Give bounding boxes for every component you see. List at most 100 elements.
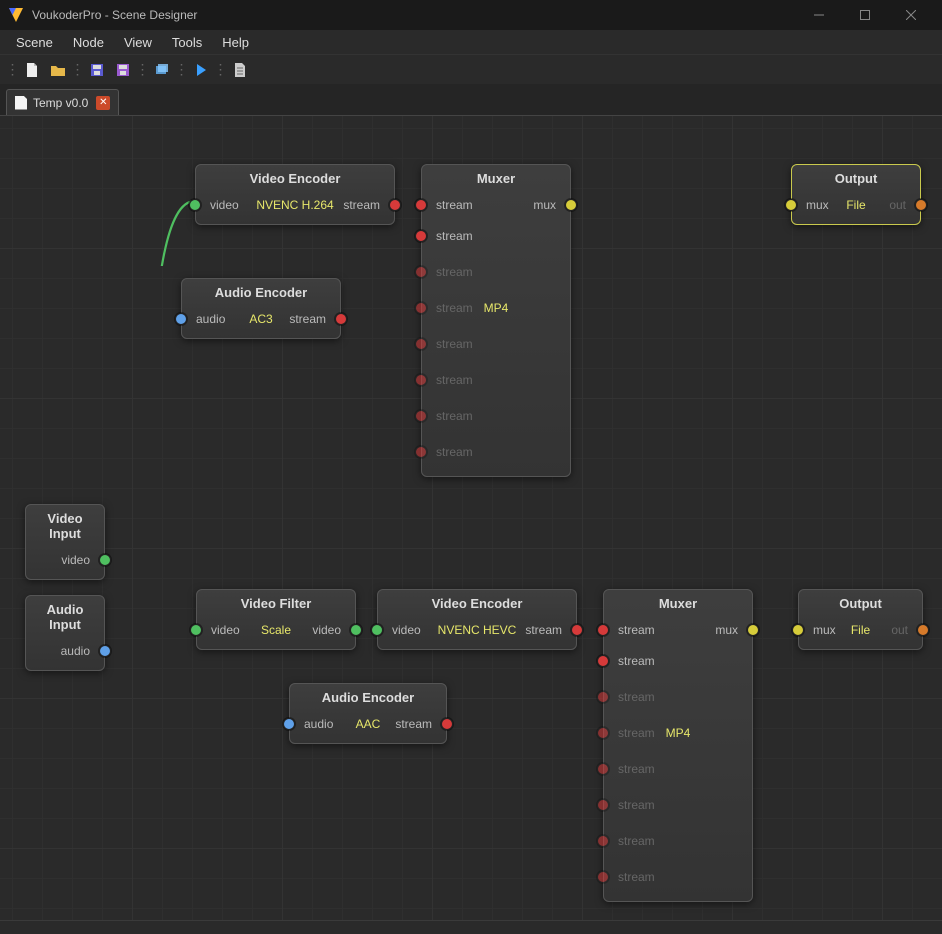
run-button[interactable]	[190, 59, 212, 81]
statusbar	[0, 920, 942, 934]
tabbar: Temp v0.0 ✕	[0, 84, 942, 116]
node-title: Audio Encoder	[182, 279, 340, 300]
port-stream-in[interactable]	[415, 446, 427, 458]
node-audio-input[interactable]: Audio Input audio	[25, 595, 105, 671]
format-label: MP4	[484, 301, 509, 315]
port-label: audio	[304, 717, 333, 731]
codec-label: AAC	[356, 717, 381, 731]
port-stream-in[interactable]	[597, 835, 609, 847]
port-label: stream	[436, 445, 473, 459]
port-stream-in[interactable]	[597, 871, 609, 883]
port-stream-in[interactable]	[415, 338, 427, 350]
toolbar	[0, 54, 942, 84]
codec-label: NVENC H.264	[256, 198, 333, 212]
node-muxer-1[interactable]: Muxer stream mux stream stream stream MP…	[421, 164, 571, 477]
port-label: stream	[436, 229, 473, 243]
node-title: Audio Encoder	[290, 684, 446, 705]
toolbar-grip-icon	[140, 61, 145, 79]
open-file-button[interactable]	[47, 59, 69, 81]
node-audio-encoder-1[interactable]: Audio Encoder audio AC3 stream	[181, 278, 341, 339]
port-out[interactable]	[917, 624, 929, 636]
port-label: mux	[715, 623, 738, 637]
save-button[interactable]	[86, 59, 108, 81]
port-label: video	[211, 623, 240, 637]
node-title: Muxer	[604, 590, 752, 611]
node-muxer-2[interactable]: Muxer stream mux stream stream stream MP…	[603, 589, 753, 902]
menu-help[interactable]: Help	[212, 32, 259, 53]
port-video-in[interactable]	[189, 199, 201, 211]
window-title: VoukoderPro - Scene Designer	[32, 8, 197, 22]
port-audio-out[interactable]	[99, 645, 111, 657]
port-audio-in[interactable]	[175, 313, 187, 325]
tab-temp[interactable]: Temp v0.0 ✕	[6, 89, 119, 115]
node-audio-encoder-2[interactable]: Audio Encoder audio AAC stream	[289, 683, 447, 744]
port-label: stream	[618, 654, 655, 668]
titlebar: VoukoderPro - Scene Designer	[0, 0, 942, 30]
new-file-button[interactable]	[21, 59, 43, 81]
port-label: audio	[196, 312, 225, 326]
menu-scene[interactable]: Scene	[6, 32, 63, 53]
port-label: out	[889, 198, 906, 212]
node-title: Video Filter	[197, 590, 355, 611]
port-label: stream	[436, 301, 473, 315]
save-as-button[interactable]	[112, 59, 134, 81]
window-maximize-button[interactable]	[842, 0, 888, 30]
node-title: Output	[799, 590, 922, 611]
filter-label: Scale	[261, 623, 291, 637]
tab-close-button[interactable]: ✕	[96, 96, 110, 110]
port-label: stream	[618, 726, 655, 740]
port-video-in[interactable]	[371, 624, 383, 636]
port-stream-out[interactable]	[571, 624, 583, 636]
port-stream-in[interactable]	[415, 230, 427, 242]
port-stream-in[interactable]	[415, 199, 427, 211]
menu-view[interactable]: View	[114, 32, 162, 53]
port-stream-in[interactable]	[415, 410, 427, 422]
port-video-out[interactable]	[99, 554, 111, 566]
port-mux-in[interactable]	[792, 624, 804, 636]
port-out[interactable]	[915, 199, 927, 211]
port-label: mux	[533, 198, 556, 212]
port-mux-out[interactable]	[565, 199, 577, 211]
port-stream-in[interactable]	[597, 655, 609, 667]
port-label: video	[210, 198, 239, 212]
target-label: File	[851, 623, 870, 637]
port-stream-in[interactable]	[415, 302, 427, 314]
port-label: video	[312, 623, 341, 637]
scene-canvas[interactable]: Video Input video Audio Input audio Vide…	[0, 116, 942, 920]
node-video-encoder-2[interactable]: Video Encoder video NVENC HEVC stream	[377, 589, 577, 650]
port-label: stream	[289, 312, 326, 326]
port-stream-in[interactable]	[597, 691, 609, 703]
port-mux-out[interactable]	[747, 624, 759, 636]
menu-node[interactable]: Node	[63, 32, 114, 53]
port-label: stream	[436, 198, 473, 212]
port-stream-out[interactable]	[335, 313, 347, 325]
node-title: Video Encoder	[378, 590, 576, 611]
port-stream-in[interactable]	[597, 624, 609, 636]
menubar: Scene Node View Tools Help	[0, 30, 942, 54]
port-label: out	[891, 623, 908, 637]
port-stream-in[interactable]	[415, 374, 427, 386]
port-stream-out[interactable]	[441, 718, 453, 730]
port-stream-in[interactable]	[597, 763, 609, 775]
node-title: Muxer	[422, 165, 570, 186]
layers-button[interactable]	[151, 59, 173, 81]
port-stream-in[interactable]	[415, 266, 427, 278]
node-video-input[interactable]: Video Input video	[25, 504, 105, 580]
window-minimize-button[interactable]	[796, 0, 842, 30]
port-mux-in[interactable]	[785, 199, 797, 211]
port-stream-in[interactable]	[597, 727, 609, 739]
port-stream-out[interactable]	[389, 199, 401, 211]
node-output-2[interactable]: Output mux File out	[798, 589, 923, 650]
window-close-button[interactable]	[888, 0, 934, 30]
port-video-out[interactable]	[350, 624, 362, 636]
port-video-in[interactable]	[190, 624, 202, 636]
port-audio-in[interactable]	[283, 718, 295, 730]
port-label: stream	[525, 623, 562, 637]
menu-tools[interactable]: Tools	[162, 32, 212, 53]
port-stream-in[interactable]	[597, 799, 609, 811]
node-video-filter[interactable]: Video Filter video Scale video	[196, 589, 356, 650]
target-label: File	[846, 198, 865, 212]
node-output-1[interactable]: Output mux File out	[791, 164, 921, 225]
document-button[interactable]	[229, 59, 251, 81]
node-video-encoder-1[interactable]: Video Encoder video NVENC H.264 stream	[195, 164, 395, 225]
